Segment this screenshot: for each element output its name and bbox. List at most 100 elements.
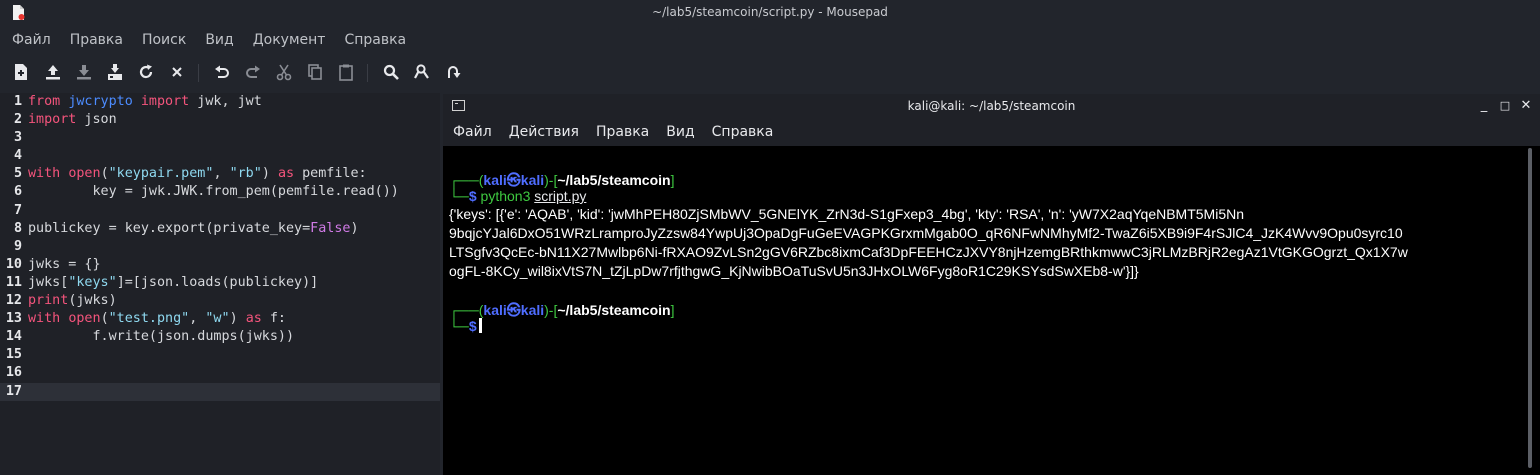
menu-file[interactable]: Файл bbox=[0, 28, 59, 52]
output-line: 9bqjcYJal6DxO51WRzLramproJyZzsw84YwpUj3O… bbox=[449, 225, 1403, 241]
terminal-window[interactable]: kali@kali: ~/lab5/steamcoin _ □ ✕ Файл Д… bbox=[443, 94, 1540, 475]
toolbar bbox=[0, 58, 1540, 88]
code-token: ) bbox=[229, 311, 246, 327]
code-token: "test.png" bbox=[108, 311, 190, 327]
maximize-button[interactable]: □ bbox=[1498, 99, 1512, 113]
code-line[interactable]: 5 with open("keypair.pem", "rb") as pemfi… bbox=[0, 165, 440, 183]
paste-icon[interactable] bbox=[336, 62, 356, 82]
code-token: ]=[json.loads(publickey)] bbox=[116, 274, 319, 290]
terminal-title: kali@kali: ~/lab5/steamcoin bbox=[907, 99, 1076, 113]
open-icon[interactable] bbox=[43, 62, 63, 82]
save-icon[interactable] bbox=[74, 62, 94, 82]
redo-icon[interactable] bbox=[243, 62, 263, 82]
output-line: {'keys': [{'e': 'AQAB', 'kid': 'jwMhPEH8… bbox=[449, 206, 1245, 222]
code-token: jwks = {} bbox=[28, 256, 101, 272]
code-line[interactable]: 7 bbox=[0, 202, 440, 220]
code-line[interactable]: 12 print(jwks) bbox=[0, 292, 440, 310]
close-button[interactable]: ✕ bbox=[1519, 99, 1533, 113]
terminal-menu-file[interactable]: Файл bbox=[443, 118, 499, 146]
terminal-menu-actions[interactable]: Действия bbox=[499, 118, 586, 146]
undo-icon[interactable] bbox=[212, 62, 232, 82]
menu-help[interactable]: Справка bbox=[333, 28, 414, 52]
terminal-menu-edit[interactable]: Правка bbox=[586, 118, 656, 146]
terminal-output[interactable]: ┌──(kali㉿kali)-[~/lab5/steamcoin] └─$ py… bbox=[443, 146, 1540, 475]
terminal-titlebar: kali@kali: ~/lab5/steamcoin _ □ ✕ bbox=[443, 94, 1540, 118]
code-token: ) bbox=[350, 220, 359, 236]
prompt-line-2: ┌──(kali㉿kali)-[~/lab5/steamcoin] bbox=[449, 302, 675, 318]
copy-icon[interactable] bbox=[305, 62, 325, 82]
code-line[interactable]: 15 bbox=[0, 346, 440, 364]
close-icon[interactable] bbox=[167, 62, 187, 82]
code-token: key = jwk.JWK.from_pem(pemfile.read()) bbox=[28, 184, 399, 200]
menu-document[interactable]: Документ bbox=[242, 28, 334, 52]
code-token: f.write(json.dumps(jwks)) bbox=[28, 329, 295, 345]
reload-icon[interactable] bbox=[136, 62, 156, 82]
code-token: jwcrypto bbox=[68, 94, 133, 109]
code-token: , bbox=[189, 311, 206, 327]
cut-icon[interactable] bbox=[274, 62, 294, 82]
code-token: "keys" bbox=[68, 274, 117, 290]
code-line[interactable]: 11 jwks["keys"]=[json.loads(publickey)] bbox=[0, 274, 440, 292]
command-line-1: └─$ python3 script.py bbox=[449, 188, 587, 204]
new-document-icon[interactable] bbox=[11, 62, 31, 82]
menu-search[interactable]: Поиск bbox=[131, 28, 194, 52]
find-replace-icon[interactable] bbox=[412, 62, 432, 82]
terminal-menu-help[interactable]: Справка bbox=[702, 118, 781, 146]
code-line[interactable]: 17 bbox=[0, 382, 440, 401]
line-number: 15 bbox=[5, 347, 22, 363]
line-number: 6 bbox=[13, 184, 22, 200]
line-number: 13 bbox=[5, 311, 22, 327]
code-token: json bbox=[76, 112, 117, 128]
prompt-line-1: ┌──(kali㉿kali)-[~/lab5/steamcoin] bbox=[449, 172, 675, 188]
line-number: 17 bbox=[5, 383, 22, 399]
code-line[interactable]: 16 bbox=[0, 364, 440, 382]
menubar: Файл Правка Поиск Вид Документ Справка bbox=[0, 28, 414, 52]
code-token: open bbox=[68, 311, 101, 327]
line-number: 7 bbox=[13, 202, 22, 218]
code-token: f: bbox=[261, 311, 286, 327]
code-token: ) bbox=[261, 166, 278, 182]
toolbar-separator bbox=[198, 64, 199, 82]
terminal-menubar: Файл Действия Правка Вид Справка bbox=[443, 118, 1540, 146]
code-area[interactable]: 1 from jwcrypto import jwk, jwt 2 import js… bbox=[0, 93, 440, 401]
line-number: 2 bbox=[13, 112, 22, 128]
text-cursor bbox=[478, 318, 482, 333]
code-line[interactable]: 13 with open("test.png", "w") as f: bbox=[0, 310, 440, 328]
line-number: 11 bbox=[5, 274, 22, 290]
line-number: 8 bbox=[13, 220, 22, 236]
line-number: 4 bbox=[13, 148, 22, 164]
text-editor[interactable]: 1 from jwcrypto import jwk, jwt 2 import js… bbox=[0, 93, 440, 475]
code-token: (jwks) bbox=[68, 293, 117, 309]
line-number: 1 bbox=[13, 94, 22, 109]
toolbar-separator bbox=[367, 64, 368, 82]
code-line[interactable]: 3 bbox=[0, 129, 440, 147]
code-token: open bbox=[68, 166, 101, 182]
code-line[interactable]: 10 jwks = {} bbox=[0, 256, 440, 274]
code-line[interactable]: 4 bbox=[0, 147, 440, 165]
minimize-button[interactable]: _ bbox=[1477, 99, 1491, 113]
code-line[interactable]: 2 import json bbox=[0, 111, 440, 129]
goto-icon[interactable] bbox=[443, 62, 463, 82]
code-line[interactable]: 6 key = jwk.JWK.from_pem(pemfile.read()) bbox=[0, 183, 440, 201]
code-token: import bbox=[28, 112, 77, 128]
output-line: LTSgfv3QcEc-bN11X27Mwlbp6Ni-fRXAO9ZvLSn2… bbox=[449, 244, 1408, 260]
save-as-icon[interactable] bbox=[105, 62, 125, 82]
code-line[interactable]: 1 from jwcrypto import jwk, jwt bbox=[0, 93, 440, 111]
output-line: ogFL-8KCy_wil8ixVtS7N_tZjLpDw7rfjthgwG_K… bbox=[449, 263, 1139, 279]
terminal-scrollbar[interactable] bbox=[1528, 148, 1532, 468]
menu-view[interactable]: Вид bbox=[194, 28, 241, 52]
find-icon[interactable] bbox=[381, 62, 401, 82]
code-token: "keypair.pem" bbox=[108, 166, 214, 182]
line-number: 10 bbox=[5, 256, 22, 272]
menu-edit[interactable]: Правка bbox=[59, 28, 131, 52]
code-token: from bbox=[28, 94, 61, 109]
code-token: False bbox=[310, 220, 351, 236]
code-line[interactable]: 14 f.write(json.dumps(jwks)) bbox=[0, 328, 440, 346]
code-token: with bbox=[28, 311, 61, 327]
terminal-menu-view[interactable]: Вид bbox=[656, 118, 701, 146]
code-line[interactable]: 8 publickey = key.export(private_key=Fals… bbox=[0, 220, 440, 238]
code-line[interactable]: 9 bbox=[0, 238, 440, 256]
code-token: jwks[ bbox=[28, 274, 69, 290]
code-token: pemfile: bbox=[294, 166, 367, 182]
